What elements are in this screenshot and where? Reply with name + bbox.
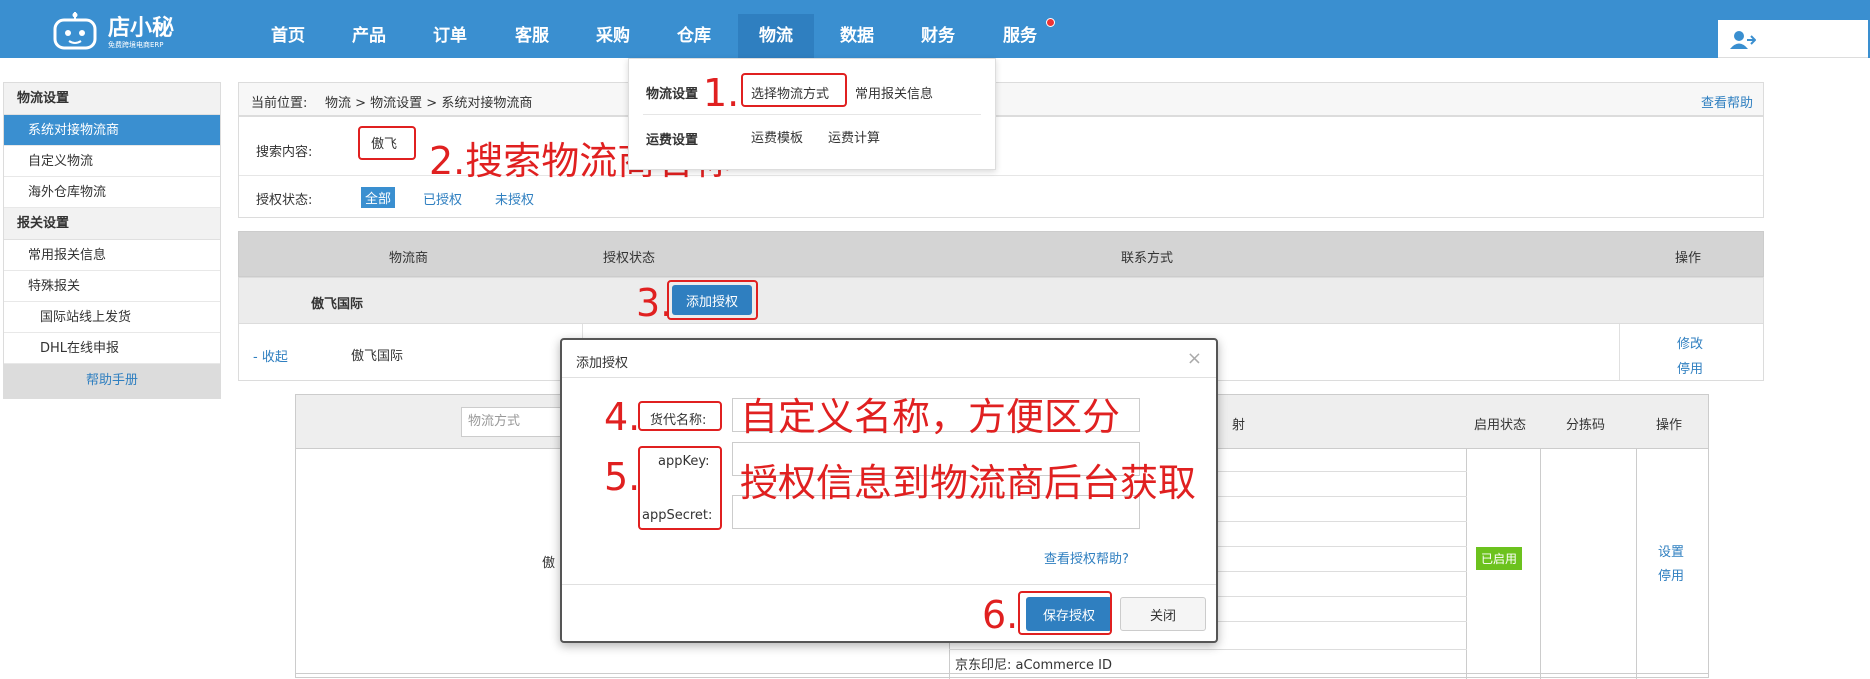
annotation-1: 1.	[703, 71, 740, 115]
dropdown-fee-template[interactable]: 运费模板	[751, 127, 803, 146]
annotation-box-search	[358, 126, 416, 160]
annotation-3: 3.	[636, 281, 673, 325]
top-navbar: 店小秘 免费跨境电商ERP 首页 产品 订单 客服 采购 仓库 物流 数据 财务…	[0, 0, 1870, 58]
annotation-box-select-method	[741, 73, 847, 107]
annotation-4-text: 自定义名称，方便区分	[740, 395, 1121, 439]
sidebar-item-intl-shipping[interactable]: 国际站线上发货	[4, 302, 220, 333]
breadcrumb: 当前位置: 物流 > 物流设置 > 系统对接物流商 查看帮助	[238, 82, 1764, 116]
modal-title: 添加授权	[576, 356, 629, 371]
annotation-box-appkeys	[638, 446, 722, 530]
breadcrumb-path[interactable]: 物流 > 物流设置 > 系统对接物流商	[325, 92, 532, 111]
notification-dot	[1046, 18, 1055, 27]
col-enable-status: 启用状态	[1474, 418, 1527, 433]
user-menu[interactable]	[1718, 20, 1868, 58]
col-mapping: 射	[1232, 418, 1246, 433]
view-help-link[interactable]: 查看帮助	[1701, 92, 1753, 111]
annotation-5: 5.	[604, 455, 641, 499]
nav-purchase[interactable]: 采购	[575, 14, 651, 58]
method-name-partial: 傲	[542, 556, 556, 571]
sidebar-item-dhl-declare[interactable]: DHL在线申报	[4, 333, 220, 364]
dropdown-common-customs[interactable]: 常用报关信息	[855, 83, 933, 102]
method-disable-link[interactable]: 停用	[1658, 565, 1684, 584]
annotation-box-forwarder	[638, 401, 722, 431]
edit-carrier-link[interactable]: 修改	[1677, 333, 1703, 352]
sidebar: 物流设置 系统对接物流商 自定义物流 海外仓库物流 报关设置 常用报关信息 特殊…	[3, 82, 221, 399]
filter-unauthorized[interactable]: 未授权	[495, 189, 534, 208]
method-filter-input[interactable]: 物流方式	[461, 407, 571, 437]
nav-home[interactable]: 首页	[250, 14, 326, 58]
col-actions: 操作	[1675, 251, 1702, 266]
annotation-4: 4.	[604, 395, 641, 439]
sidebar-help-button[interactable]: 帮助手册	[4, 364, 220, 398]
annotation-box-add-auth	[667, 280, 758, 320]
dropdown-fee-calc[interactable]: 运费计算	[828, 127, 880, 146]
breadcrumb-prefix: 当前位置:	[251, 96, 308, 111]
col-method-actions: 操作	[1656, 418, 1683, 433]
robot-logo-icon	[53, 12, 97, 50]
disable-carrier-link[interactable]: 停用	[1677, 358, 1703, 377]
brand-name: 店小秘	[108, 16, 175, 41]
col-auth-status: 授权状态	[603, 251, 656, 266]
dropdown-logistics-settings: 物流设置	[646, 87, 699, 102]
carrier-row-name: 傲飞国际	[351, 349, 404, 364]
sidebar-group-customs: 报关设置	[4, 208, 220, 240]
nav-service[interactable]: 客服	[494, 14, 570, 58]
annotation-6: 6.	[982, 593, 1019, 637]
close-modal-button[interactable]: 关闭	[1120, 597, 1206, 631]
sidebar-item-special-customs[interactable]: 特殊报关	[4, 271, 220, 302]
nav-order[interactable]: 订单	[412, 14, 488, 58]
nav-product[interactable]: 产品	[331, 14, 407, 58]
method-filter-placeholder: 物流方式	[468, 414, 521, 429]
nav-warehouse[interactable]: 仓库	[656, 14, 732, 58]
col-sort-code: 分拣码	[1566, 418, 1606, 433]
auth-help-link[interactable]: 查看授权帮助?	[1044, 548, 1129, 567]
filter-all[interactable]: 全部	[361, 187, 396, 208]
nav-data[interactable]: 数据	[819, 14, 895, 58]
status-badge: 已启用	[1476, 547, 1523, 570]
sidebar-item-overseas-warehouse[interactable]: 海外仓库物流	[4, 177, 220, 208]
sidebar-item-custom-logistics[interactable]: 自定义物流	[4, 146, 220, 177]
mapping-row-text: 京东印尼: aCommerce ID	[955, 658, 1113, 673]
carrier-group-row: 傲飞国际	[238, 277, 1764, 324]
logo[interactable]: 店小秘 免费跨境电商ERP	[50, 4, 210, 54]
carrier-group-name: 傲飞国际	[311, 297, 364, 312]
sidebar-item-common-customs[interactable]: 常用报关信息	[4, 240, 220, 271]
col-contact: 联系方式	[1121, 251, 1174, 266]
annotation-5-text: 授权信息到物流商后台获取	[740, 461, 1197, 505]
modal-close-icon[interactable]: ×	[1187, 348, 1202, 369]
sidebar-item-system-carrier[interactable]: 系统对接物流商	[4, 115, 220, 146]
search-label: 搜索内容:	[256, 145, 313, 160]
filter-authorized[interactable]: 已授权	[423, 189, 462, 208]
collapse-link[interactable]: - 收起	[253, 346, 288, 365]
table-header: 物流商 授权状态 联系方式 操作	[238, 231, 1764, 277]
sidebar-group-logistics: 物流设置	[4, 83, 220, 115]
brand-subtitle: 免费跨境电商ERP	[108, 41, 164, 49]
col-carrier: 物流商	[389, 251, 429, 266]
nav-logistics[interactable]: 物流	[738, 14, 814, 58]
auth-status-label: 授权状态:	[256, 193, 313, 208]
dropdown-shipping-fee-settings: 运费设置	[646, 133, 699, 148]
method-settings-link[interactable]: 设置	[1658, 541, 1684, 560]
nav-finance[interactable]: 财务	[900, 14, 976, 58]
user-icon	[1730, 31, 1756, 49]
annotation-box-save	[1018, 591, 1112, 635]
